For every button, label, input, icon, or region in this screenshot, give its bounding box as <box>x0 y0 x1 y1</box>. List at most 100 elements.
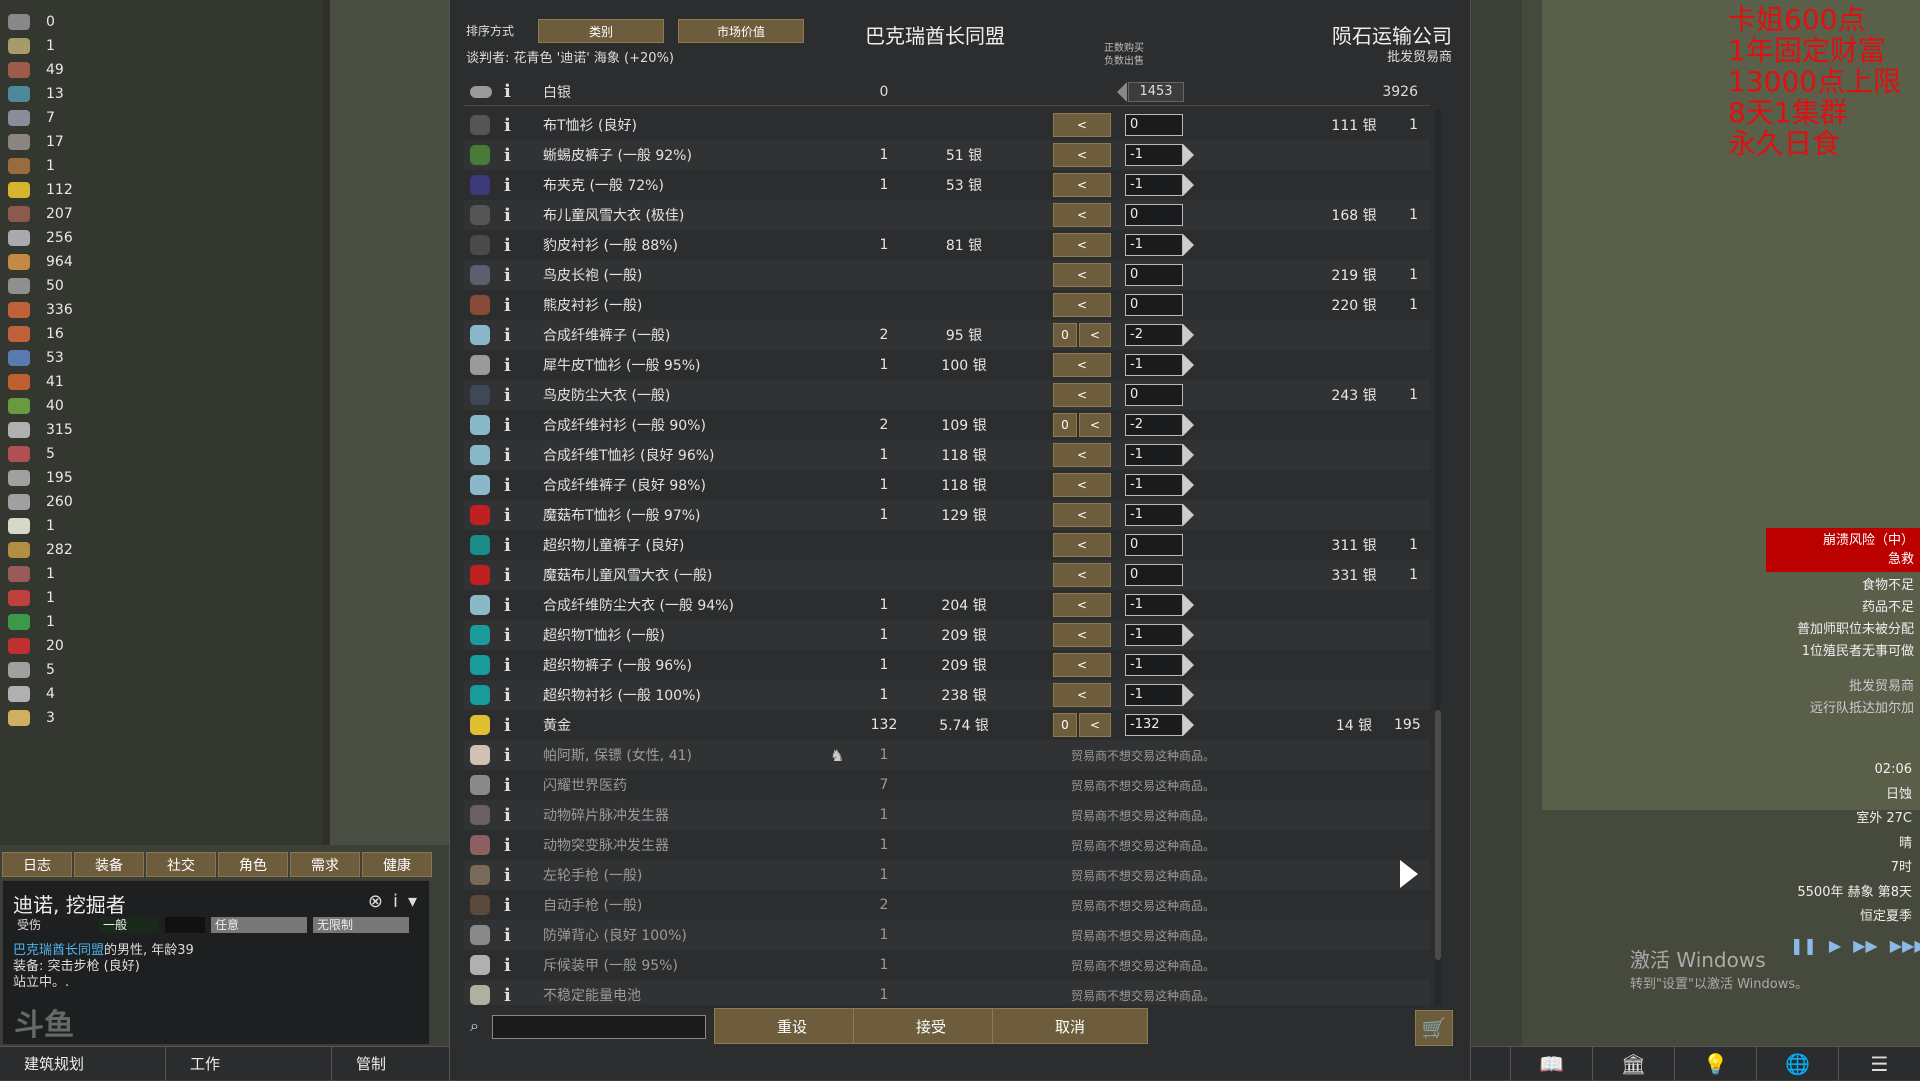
sell-more-button[interactable]: < <box>1053 623 1111 647</box>
resource-item[interactable]: 50 <box>8 274 128 298</box>
cancel-button[interactable]: 取消 <box>992 1008 1148 1044</box>
trade-row[interactable]: i合成纤维衬衫 (一般 90%)2109 银0<-2 <box>464 410 1430 440</box>
resource-item[interactable]: 315 <box>8 418 128 442</box>
menu-icon[interactable]: ☰ <box>1838 1047 1920 1081</box>
trade-row[interactable]: i合成纤维裤子 (良好 98%)1118 银<-1 <box>464 470 1430 500</box>
info-icon[interactable]: i <box>504 295 511 316</box>
resource-item[interactable]: 40 <box>8 394 128 418</box>
trade-row-untradeable[interactable]: i闪耀世界医药7贸易商不想交易这种商品。 <box>464 770 1430 800</box>
buy-more-arrow-icon[interactable] <box>1183 444 1194 466</box>
info-icon[interactable]: i <box>504 355 511 376</box>
sell-more-button[interactable]: < <box>1053 293 1111 317</box>
trade-row[interactable]: i黄金1325.74 银0<-13214 银195 <box>464 710 1430 740</box>
trade-row[interactable]: i魔菇布儿童风雪大衣 (一般)<0331 银1 <box>464 560 1430 590</box>
trade-quantity-field[interactable]: 0 <box>1125 294 1183 316</box>
trade-row-untradeable[interactable]: i防弹背心 (良好 100%)1贸易商不想交易这种商品。 <box>464 920 1430 950</box>
resource-item[interactable]: 1 <box>8 514 128 538</box>
resource-item[interactable]: 53 <box>8 346 128 370</box>
trade-quantity-field[interactable]: -1 <box>1125 354 1183 376</box>
trade-row-untradeable[interactable]: i帕阿斯, 保镖 (女性, 41)♞1贸易商不想交易这种商品。 <box>464 740 1430 770</box>
info-icon[interactable]: i <box>504 805 511 826</box>
buy-more-arrow-icon[interactable] <box>1183 324 1194 346</box>
resource-item[interactable]: 5 <box>8 442 128 466</box>
info-icon[interactable]: i <box>504 475 511 496</box>
resource-item[interactable]: 112 <box>8 178 128 202</box>
trade-quantity-field[interactable]: -1 <box>1125 504 1183 526</box>
trade-row[interactable]: i蜥蜴皮裤子 (一般 92%)151 银<-1 <box>464 140 1430 170</box>
alert-item[interactable]: 普加师职位未被分配 <box>1797 619 1914 641</box>
buy-more-arrow-icon[interactable] <box>1183 174 1194 196</box>
sell-more-button[interactable]: < <box>1053 683 1111 707</box>
info-icon[interactable]: i <box>504 865 511 886</box>
sell-more-button[interactable]: < <box>1053 653 1111 677</box>
outfit-selector[interactable]: 一般 <box>99 917 159 933</box>
trade-row[interactable]: i鸟皮防尘大衣 (一般)<0243 银1 <box>464 380 1430 410</box>
resource-item[interactable]: 207 <box>8 202 128 226</box>
trade-item-list[interactable]: i布T恤衫 (良好)<0111 银1i蜥蜴皮裤子 (一般 92%)151 银<-… <box>464 110 1430 1005</box>
sell-more-button[interactable]: < <box>1053 233 1111 257</box>
trade-row-untradeable[interactable]: i斥候装甲 (一般 95%)1贸易商不想交易这种商品。 <box>464 950 1430 980</box>
resource-item[interactable]: 7 <box>8 106 128 130</box>
sell-more-button[interactable]: < <box>1053 503 1111 527</box>
scrollbar-thumb[interactable] <box>1435 710 1441 960</box>
trade-row[interactable]: i布T恤衫 (良好)<0111 银1 <box>464 110 1430 140</box>
trade-quantity-field[interactable]: 0 <box>1125 204 1183 226</box>
trade-row[interactable]: i超织物衬衫 (一般 100%)1238 银<-1 <box>464 680 1430 710</box>
info-icon[interactable]: i <box>504 655 511 676</box>
world-icon[interactable]: 🌐 <box>1756 1047 1838 1081</box>
info-icon[interactable]: i <box>504 895 511 916</box>
food-selector[interactable]: 任意 <box>211 917 307 933</box>
trade-row-untradeable[interactable]: i动物碎片脉冲发生器1贸易商不想交易这种商品。 <box>464 800 1430 830</box>
pause-icon[interactable]: ❚❚ <box>1790 936 1817 955</box>
trade-row[interactable]: i超织物T恤衫 (一般)1209 银<-1 <box>464 620 1430 650</box>
tab-3[interactable]: 角色 <box>218 852 288 877</box>
resource-item[interactable]: 16 <box>8 322 128 346</box>
tab-0[interactable]: 日志 <box>2 852 72 877</box>
info-icon[interactable]: i <box>504 415 511 436</box>
buy-more-arrow-icon[interactable] <box>1183 354 1194 376</box>
resource-item[interactable]: 4 <box>8 682 128 706</box>
resource-item[interactable]: 282 <box>8 538 128 562</box>
info-icon[interactable]: i <box>504 745 511 766</box>
buy-more-arrow-icon[interactable] <box>1183 684 1194 706</box>
trade-quantity-field[interactable]: -2 <box>1125 324 1183 346</box>
trade-row[interactable]: i鸟皮长袍 (一般)<0219 银1 <box>464 260 1430 290</box>
sell-more-button[interactable]: < <box>1053 563 1111 587</box>
trade-row[interactable]: i布儿童风雪大衣 (极佳)<0168 银1 <box>464 200 1430 230</box>
trade-quantity-field[interactable]: -1 <box>1125 594 1183 616</box>
trade-row[interactable]: i超织物裤子 (一般 96%)1209 银<-1 <box>464 650 1430 680</box>
trade-row[interactable]: i超织物儿童裤子 (良好)<0311 银1 <box>464 530 1430 560</box>
trade-row-untradeable[interactable]: i动物突变脉冲发生器1贸易商不想交易这种商品。 <box>464 830 1430 860</box>
area-selector[interactable]: 无限制 <box>313 917 409 933</box>
info-icon[interactable]: i <box>504 625 511 646</box>
resource-item[interactable]: 17 <box>8 130 128 154</box>
trade-quantity-field[interactable]: -1 <box>1125 174 1183 196</box>
trade-quantity-field[interactable]: -1 <box>1125 684 1183 706</box>
buy-more-arrow-icon[interactable] <box>1183 504 1194 526</box>
resource-item[interactable]: 336 <box>8 298 128 322</box>
alert-critical[interactable]: 崩溃风险（中） 急救 <box>1766 528 1920 572</box>
trade-quantity-field[interactable]: -1 <box>1125 624 1183 646</box>
tab-4[interactable]: 需求 <box>290 852 360 877</box>
trade-quantity-field[interactable]: 0 <box>1125 114 1183 136</box>
resource-item[interactable]: 41 <box>8 370 128 394</box>
trade-row[interactable]: i合成纤维裤子 (一般)295 银0<-2 <box>464 320 1430 350</box>
trade-row[interactable]: i犀牛皮T恤衫 (一般 95%)1100 银<-1 <box>464 350 1430 380</box>
info-icon[interactable]: i <box>504 81 511 102</box>
trade-row[interactable]: i魔菇布T恤衫 (一般 97%)1129 银<-1 <box>464 500 1430 530</box>
sort-market-value-button[interactable]: 市场价值 <box>678 19 804 43</box>
superfast-icon[interactable]: ▶▶▶ <box>1890 936 1920 955</box>
sell-more-button[interactable]: < <box>1053 443 1111 467</box>
resource-item[interactable]: 1 <box>8 586 128 610</box>
info-icon[interactable]: i <box>504 265 511 286</box>
factions-icon[interactable]: 🏛 <box>1592 1047 1674 1081</box>
resource-item[interactable]: 1 <box>8 34 128 58</box>
info-icon[interactable]: i <box>504 715 511 736</box>
trade-row-untradeable[interactable]: i左轮手枪 (一般)1贸易商不想交易这种商品。 <box>464 860 1430 890</box>
info-icon[interactable]: i <box>504 775 511 796</box>
trade-quantity-field[interactable]: -1 <box>1125 144 1183 166</box>
chevron-down-icon[interactable]: ▾ <box>408 891 417 912</box>
info-icon[interactable]: i <box>504 325 511 346</box>
trade-quantity-field[interactable]: -132 <box>1125 714 1183 736</box>
sell-more-button[interactable]: < <box>1053 383 1111 407</box>
